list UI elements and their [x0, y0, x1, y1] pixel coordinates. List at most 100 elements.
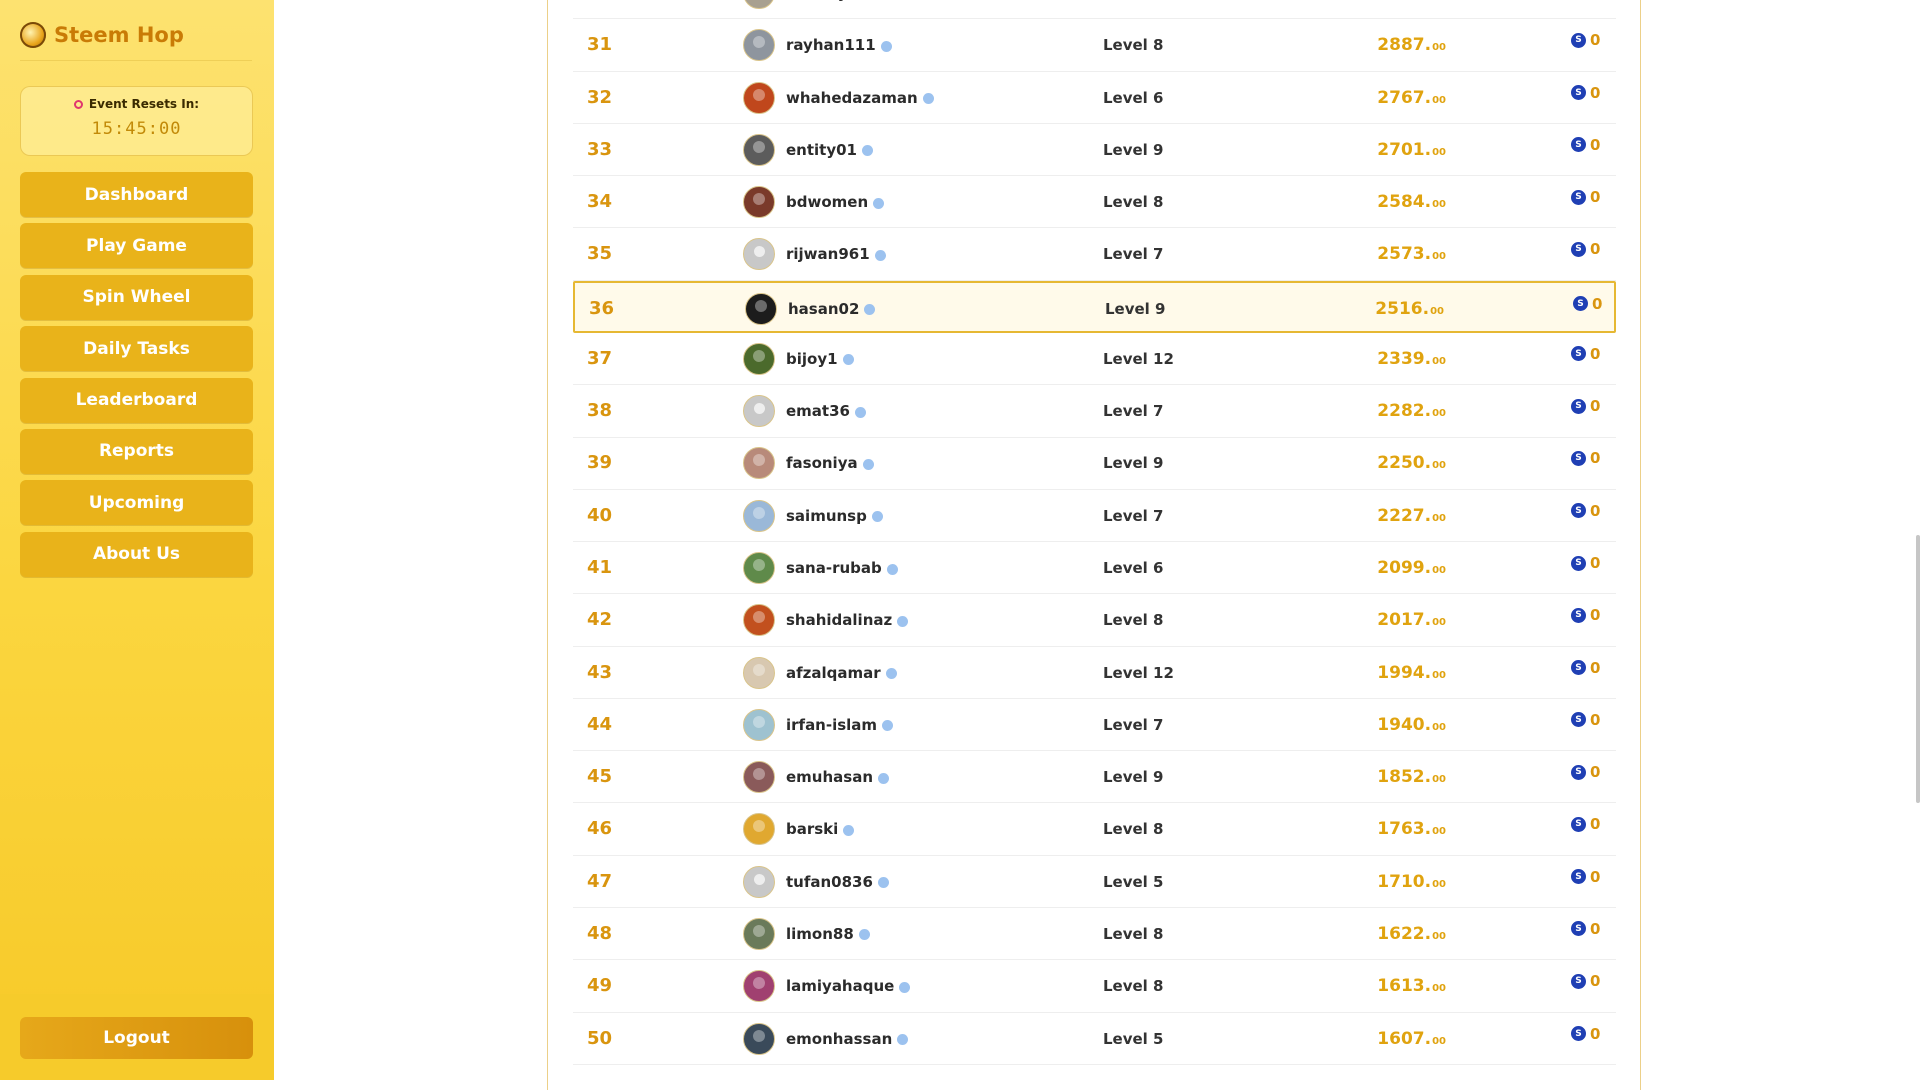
- info-icon[interactable]: [882, 720, 894, 732]
- username[interactable]: emat36: [786, 385, 850, 437]
- avatar[interactable]: [743, 447, 775, 480]
- nav-dashboard-button[interactable]: Dashboard: [20, 172, 253, 217]
- info-icon[interactable]: [878, 772, 890, 784]
- username[interactable]: rayhan111: [786, 19, 876, 71]
- leaderboard-row[interactable]: 35 rijwan961 Level 7 2573.00 S 0: [573, 228, 1616, 281]
- nav-daily-tasks-button[interactable]: Daily Tasks: [20, 326, 253, 372]
- avatar[interactable]: [743, 708, 775, 741]
- username[interactable]: emuhasan: [786, 751, 873, 803]
- leaderboard-row[interactable]: 44 irfan-islam Level 7 1940.00 S 0: [573, 699, 1616, 752]
- avatar[interactable]: [745, 292, 777, 325]
- avatar[interactable]: [743, 917, 775, 950]
- nav-play-game-button[interactable]: Play Game: [20, 223, 253, 269]
- username[interactable]: hasan02: [788, 283, 859, 335]
- username[interactable]: whahedazaman: [786, 72, 918, 124]
- nav-reports-button[interactable]: Reports: [20, 428, 253, 474]
- username-link[interactable]: bdwomen: [786, 176, 885, 228]
- username-link[interactable]: irfan-islam: [786, 699, 894, 751]
- avatar[interactable]: [743, 395, 775, 428]
- leaderboard-row[interactable]: 31 rayhan111 Level 8 2887.00 S 0: [573, 19, 1616, 72]
- username[interactable]: barski: [786, 803, 838, 855]
- info-icon[interactable]: [871, 511, 883, 523]
- avatar[interactable]: [743, 1022, 775, 1055]
- username-link[interactable]: lamiyahaque: [786, 960, 911, 1012]
- nav-spin-wheel-button[interactable]: Spin Wheel: [20, 274, 253, 320]
- info-icon[interactable]: [862, 145, 873, 157]
- leaderboard-row-current-user[interactable]: 36 hasan02 Level 9 2516.00 S 0: [573, 280, 1616, 335]
- info-icon[interactable]: [874, 249, 886, 261]
- info-icon[interactable]: [897, 1034, 909, 1046]
- username-link[interactable]: whahedazaman: [786, 72, 934, 124]
- page-scrollbar[interactable]: [1916, 535, 1920, 803]
- avatar[interactable]: [743, 604, 775, 637]
- username[interactable]: emonhassan: [786, 1013, 892, 1065]
- username[interactable]: limon88: [786, 908, 854, 960]
- info-icon[interactable]: [862, 458, 874, 470]
- username[interactable]: irfan-islam: [786, 699, 877, 751]
- leaderboard-row[interactable]: 37 bijoy1 Level 12 2339.00 S 0: [573, 333, 1616, 386]
- leaderboard-row[interactable]: 41 sana-rubab Level 6 2099.00 S 0: [573, 542, 1616, 595]
- username-link[interactable]: rijwan961: [786, 228, 886, 280]
- leaderboard-row[interactable]: 48 limon88 Level 8 1622.00 S 0: [573, 908, 1616, 961]
- username-link[interactable]: entity01: [786, 124, 873, 176]
- leaderboard-row[interactable]: 33 entity01 Level 9 2701.00 S 0: [573, 124, 1616, 177]
- avatar[interactable]: [743, 133, 775, 166]
- avatar[interactable]: [743, 761, 775, 794]
- avatar[interactable]: [743, 238, 775, 271]
- nav-upcoming-button[interactable]: Upcoming: [20, 480, 253, 526]
- username[interactable]: sana-rubab: [786, 542, 882, 594]
- avatar[interactable]: [743, 81, 775, 114]
- username[interactable]: shahidalinaz: [786, 594, 892, 646]
- info-icon[interactable]: [877, 877, 889, 889]
- avatar[interactable]: [743, 813, 775, 846]
- username-link[interactable]: tufan0836: [786, 856, 889, 908]
- avatar[interactable]: [743, 552, 775, 585]
- info-icon[interactable]: [897, 615, 909, 627]
- leaderboard-row[interactable]: 40 saimunsp Level 7 2227.00 S 0: [573, 490, 1616, 543]
- username[interactable]: tufan0836: [786, 856, 873, 908]
- info-icon[interactable]: [873, 197, 885, 209]
- leaderboard-row[interactable]: 50 emonhassan Level 5 1607.00 S 0: [573, 1013, 1616, 1065]
- username[interactable]: rijwan961: [786, 228, 870, 280]
- avatar[interactable]: [743, 29, 775, 62]
- info-icon[interactable]: [842, 354, 854, 366]
- username-link[interactable]: hasan02: [788, 283, 876, 335]
- leaderboard-row[interactable]: 34 bdwomen Level 8 2584.00 S 0: [573, 176, 1616, 229]
- avatar[interactable]: [743, 186, 775, 219]
- info-icon[interactable]: [922, 93, 934, 105]
- info-icon[interactable]: [854, 406, 866, 418]
- leaderboard-row[interactable]: 47 tufan0836 Level 5 1710.00 S 0: [573, 856, 1616, 908]
- info-icon[interactable]: [858, 929, 870, 941]
- logout-button[interactable]: Logout: [20, 1017, 253, 1059]
- username-link[interactable]: emuhasan: [786, 751, 890, 803]
- leaderboard-row[interactable]: 42 shahidalinaz Level 8 2017.00 S 0: [573, 594, 1616, 647]
- username-link[interactable]: sana-rubab: [786, 542, 898, 594]
- username-link[interactable]: barski: [786, 803, 855, 855]
- leaderboard-row[interactable]: 39 fasoniya Level 9 2250.00 S 0: [573, 437, 1616, 490]
- username-link[interactable]: emat36: [786, 385, 866, 437]
- username-link[interactable]: afzalqamar: [786, 647, 897, 699]
- username-link[interactable]: fasoniya: [786, 437, 874, 489]
- avatar[interactable]: [743, 342, 775, 375]
- avatar[interactable]: [743, 0, 775, 9]
- info-icon[interactable]: [843, 824, 855, 836]
- username[interactable]: fasoniya: [786, 437, 858, 489]
- username[interactable]: afzalqamar: [786, 647, 881, 699]
- nav-about-us-button[interactable]: About Us: [20, 531, 253, 577]
- username-link[interactable]: emonhassan: [786, 1013, 909, 1065]
- username-link[interactable]: saimunsp: [786, 490, 883, 542]
- info-icon[interactable]: [885, 668, 897, 680]
- info-icon[interactable]: [864, 304, 876, 316]
- username[interactable]: lamiyahaque: [786, 960, 894, 1012]
- leaderboard-row[interactable]: 38 emat36 Level 7 2282.00 S 0: [573, 385, 1616, 438]
- username-link[interactable]: shahidalinaz: [786, 594, 909, 646]
- username[interactable]: fasoniya: [786, 0, 858, 19]
- brand[interactable]: Steem Hop: [20, 22, 252, 61]
- leaderboard-row[interactable]: 30fasoniyaLevel 92957.00S0: [573, 0, 1616, 20]
- avatar[interactable]: [743, 970, 775, 1003]
- leaderboard-row[interactable]: 49 lamiyahaque Level 8 1613.00 S 0: [573, 960, 1616, 1013]
- username[interactable]: bijoy1: [786, 333, 838, 385]
- info-icon[interactable]: [886, 563, 898, 575]
- username-link[interactable]: bijoy1: [786, 333, 854, 385]
- leaderboard-row[interactable]: 45 emuhasan Level 9 1852.00 S 0: [573, 751, 1616, 804]
